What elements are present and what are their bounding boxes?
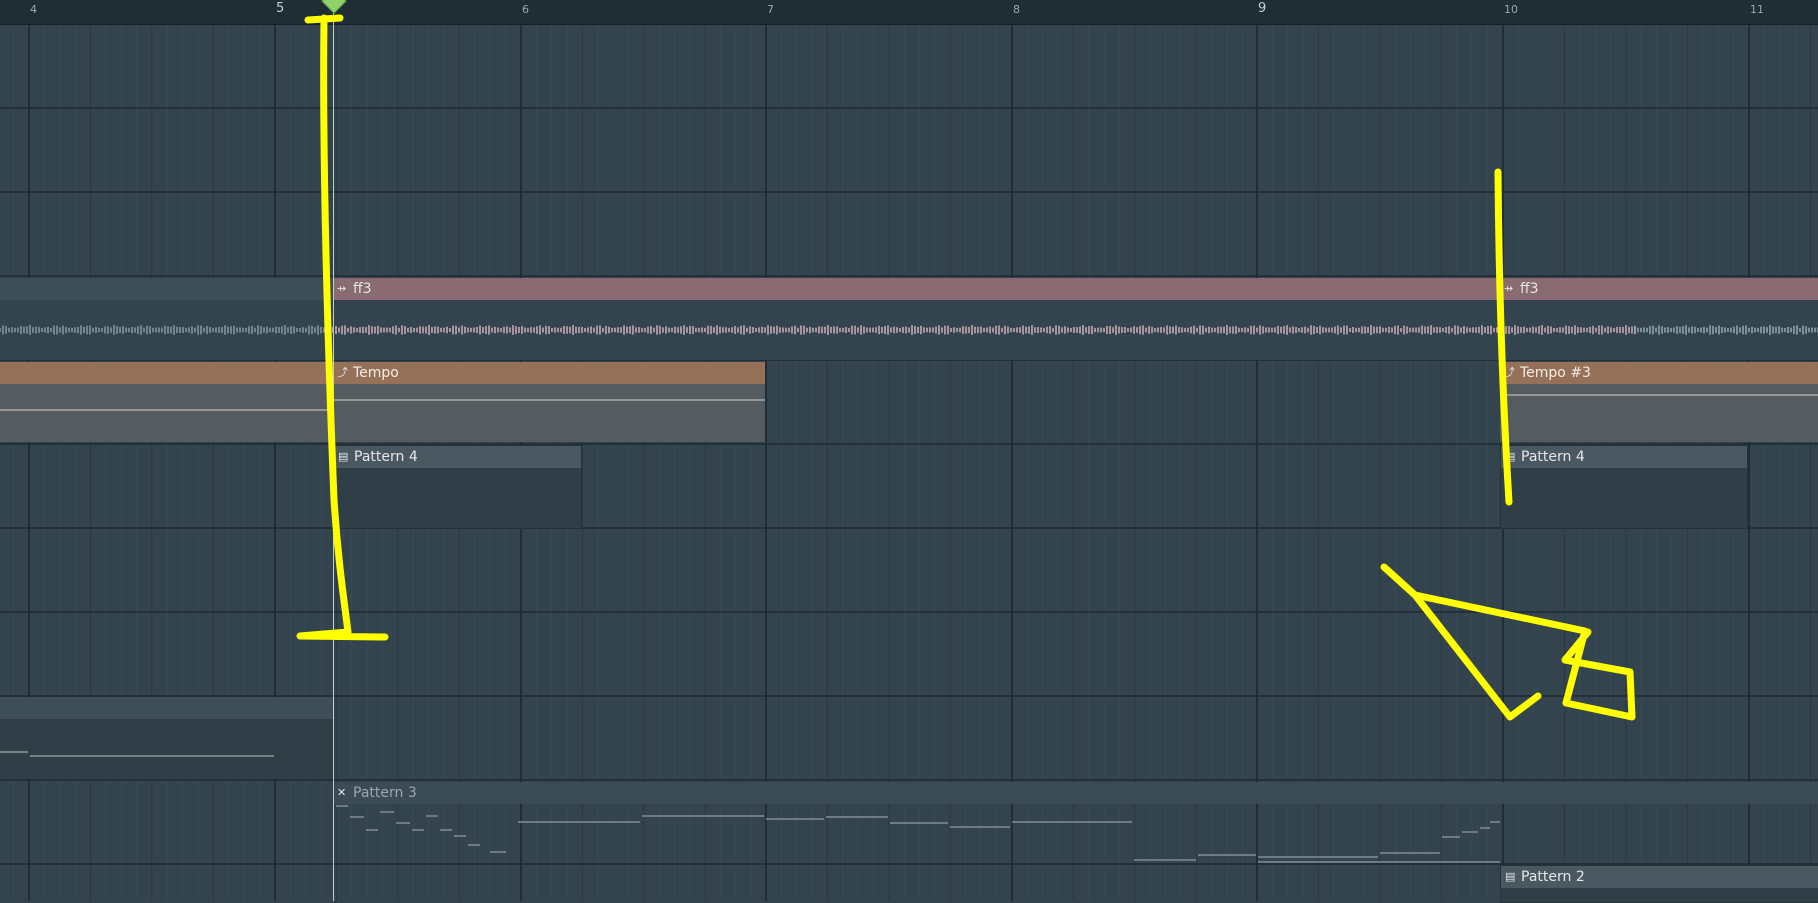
pattern-clip-label: Pattern 3 bbox=[353, 785, 417, 801]
audio-clip-label: ff3 bbox=[353, 281, 372, 297]
pattern-clip-label: Pattern 2 bbox=[1521, 869, 1585, 885]
bar-number-4: 4 bbox=[30, 3, 37, 16]
audio-clip-header[interactable]: ⇸ ff3 bbox=[1500, 278, 1818, 300]
automation-clip-tempo[interactable]: ⤴ Tempo bbox=[333, 362, 765, 442]
automation-clip-icon: ⤴ bbox=[1504, 366, 1515, 379]
audio-clip-body[interactable] bbox=[1500, 300, 1818, 360]
pattern-clip-label: Pattern 4 bbox=[354, 449, 418, 465]
bar-number-7: 7 bbox=[767, 3, 774, 16]
audio-clip-body[interactable] bbox=[333, 300, 1500, 360]
pattern-clip-label: Pattern 4 bbox=[1521, 449, 1585, 465]
audio-clip-ff3-a[interactable]: ⇸ ff3 bbox=[333, 278, 1500, 360]
audio-clip-label: ff3 bbox=[1520, 281, 1539, 297]
pattern-clip-header[interactable]: ▤ Pattern 2 bbox=[1501, 866, 1818, 888]
pattern-clip-left-header[interactable] bbox=[0, 697, 333, 719]
automation-clip-tempo-3[interactable]: ⤴ Tempo #3 bbox=[1500, 362, 1818, 442]
audio-clip-icon: ⇸ bbox=[337, 282, 347, 295]
audio-clip-header[interactable]: ⇸ ff3 bbox=[333, 278, 1500, 300]
bar-number-10: 10 bbox=[1504, 3, 1518, 16]
pattern-clip-icon: ▤ bbox=[338, 450, 349, 463]
audio-clip-ff3-b[interactable]: ⇸ ff3 bbox=[1500, 278, 1818, 360]
automation-clip-header[interactable]: ⤴ Tempo #3 bbox=[1500, 362, 1818, 384]
pattern-clip-header[interactable]: ▤ Pattern 4 bbox=[334, 446, 581, 468]
pattern-clip-header[interactable]: ✕ Pattern 3 bbox=[333, 782, 1818, 804]
automation-clip-label: Tempo #3 bbox=[1520, 365, 1591, 381]
pattern-clip-pattern-3[interactable]: ✕ Pattern 3 bbox=[333, 782, 1818, 804]
pattern-clip-left-body[interactable] bbox=[0, 719, 333, 779]
timeline-ruler[interactable]: 4 5 6 7 8 9 10 11 bbox=[0, 0, 1818, 25]
bar-number-8: 8 bbox=[1013, 3, 1020, 16]
bar-number-5: 5 bbox=[276, 1, 285, 16]
automation-clip-header[interactable]: ⤴ Tempo bbox=[333, 362, 765, 384]
bar-number-6: 6 bbox=[522, 3, 529, 16]
pattern-clip-body[interactable] bbox=[334, 468, 581, 528]
pattern-clip-header[interactable]: ▤ Pattern 4 bbox=[1501, 446, 1747, 468]
automation-clip-icon: ⤴ bbox=[337, 366, 348, 379]
pattern-clip-icon: ▤ bbox=[1505, 870, 1516, 883]
bar-number-11: 11 bbox=[1750, 3, 1764, 16]
tempo-clip-left-header[interactable] bbox=[0, 362, 333, 384]
playhead-line[interactable] bbox=[333, 0, 334, 901]
tempo-clip-left-body[interactable] bbox=[0, 384, 333, 442]
bar-number-9: 9 bbox=[1258, 1, 1267, 16]
audio-clip-left-body[interactable] bbox=[0, 300, 333, 360]
audio-clip-left-header[interactable] bbox=[0, 278, 333, 300]
pattern-clip-pattern-4-a[interactable]: ▤ Pattern 4 bbox=[333, 445, 582, 529]
muted-clip-icon: ✕ bbox=[337, 786, 347, 799]
pattern-clip-body[interactable] bbox=[1501, 468, 1747, 528]
pattern-clip-pattern-2[interactable]: ▤ Pattern 2 bbox=[1500, 865, 1818, 903]
pattern-clip-pattern-4-b[interactable]: ▤ Pattern 4 bbox=[1500, 445, 1748, 529]
automation-clip-label: Tempo bbox=[353, 365, 399, 381]
audio-clip-icon: ⇸ bbox=[1504, 282, 1514, 295]
pattern-clip-icon: ▤ bbox=[1505, 450, 1516, 463]
